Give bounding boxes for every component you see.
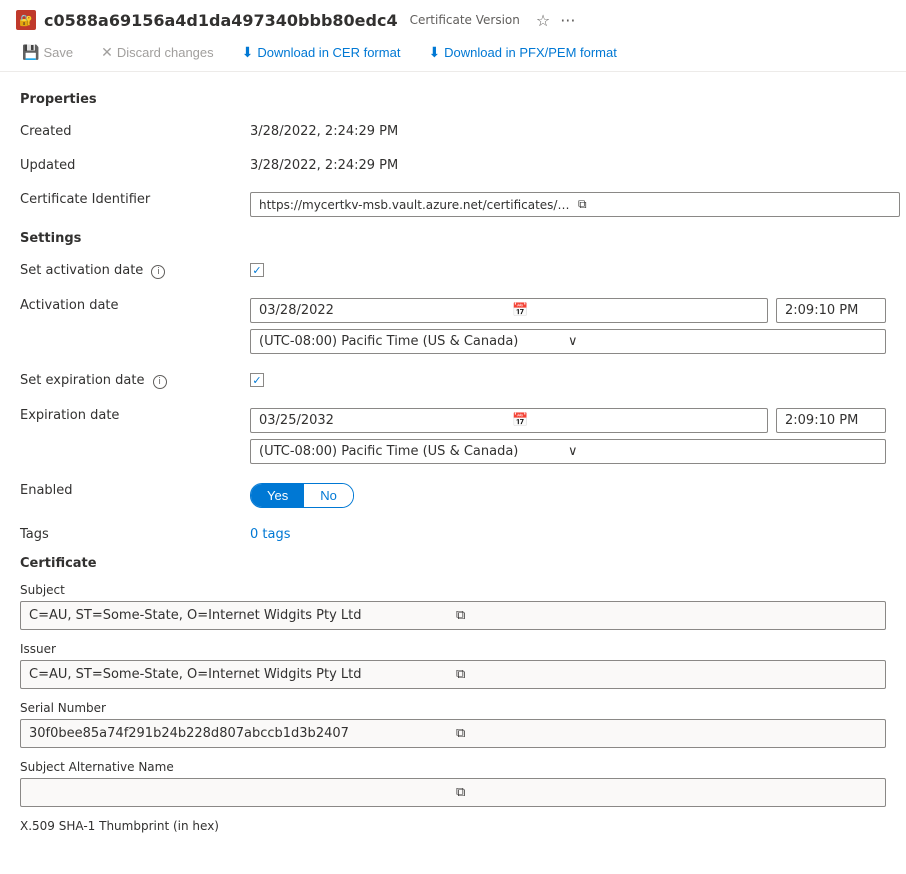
- created-value: 3/28/2022, 2:24:29 PM: [250, 119, 886, 139]
- toolbar: 💾 Save ✕ Discard changes ⬇ Download in C…: [0, 34, 906, 72]
- title-actions: ☆ ···: [536, 11, 576, 30]
- properties-section-title: Properties: [20, 92, 886, 107]
- activation-date-input[interactable]: 03/28/2022 📅: [250, 298, 768, 323]
- expiration-timezone-dropdown[interactable]: (UTC-08:00) Pacific Time (US & Canada) ∨: [250, 439, 886, 464]
- serial-label: Serial Number: [20, 701, 886, 715]
- enabled-row: Enabled Yes No: [20, 478, 886, 508]
- created-label: Created: [20, 119, 250, 139]
- title-bar: c0588a69156a4d1da497340bbb80edc4 Certifi…: [0, 0, 906, 34]
- copy-san-icon[interactable]: ⧉: [456, 785, 877, 800]
- subject-field: C=AU, ST=Some-State, O=Internet Widgits …: [20, 601, 886, 630]
- download-cer-icon: ⬇: [242, 44, 254, 61]
- expiration-date-row: Expiration date 03/25/2032 📅 2:09:10 PM …: [20, 403, 886, 464]
- issuer-field: C=AU, ST=Some-State, O=Internet Widgits …: [20, 660, 886, 689]
- activation-timezone-dropdown[interactable]: (UTC-08:00) Pacific Time (US & Canada) ∨: [250, 329, 886, 354]
- activation-date-label: Activation date: [20, 293, 250, 313]
- activation-time-input[interactable]: 2:09:10 PM: [776, 298, 886, 323]
- activation-checkbox-box[interactable]: [250, 263, 264, 277]
- subject-label: Subject: [20, 583, 886, 597]
- save-icon: 💾: [22, 44, 39, 61]
- activation-timezone-chevron: ∨: [568, 334, 877, 349]
- set-expiration-row: Set expiration date i: [20, 368, 886, 389]
- san-group: Subject Alternative Name ⧉: [20, 760, 886, 807]
- set-activation-checkbox-field: [250, 258, 886, 277]
- page-title: c0588a69156a4d1da497340bbb80edc4: [44, 11, 398, 30]
- set-expiration-checkbox[interactable]: [250, 373, 886, 387]
- expiration-calendar-icon: 📅: [512, 413, 759, 428]
- thumbprint-label: X.509 SHA-1 Thumbprint (in hex): [20, 819, 886, 833]
- set-activation-checkbox[interactable]: [250, 263, 886, 277]
- copy-issuer-icon[interactable]: ⧉: [456, 667, 877, 682]
- updated-label: Updated: [20, 153, 250, 173]
- expiration-checkbox-box[interactable]: [250, 373, 264, 387]
- expiration-date-time-row: 03/25/2032 📅 2:09:10 PM: [250, 408, 886, 433]
- pin-icon[interactable]: ☆: [536, 11, 550, 30]
- subject-group: Subject C=AU, ST=Some-State, O=Internet …: [20, 583, 886, 630]
- certificate-section-title: Certificate: [20, 556, 886, 571]
- issuer-label: Issuer: [20, 642, 886, 656]
- activation-date-time-row: 03/28/2022 📅 2:09:10 PM: [250, 298, 886, 323]
- save-button[interactable]: 💾 Save: [16, 40, 79, 65]
- set-activation-row: Set activation date i: [20, 258, 886, 279]
- expiration-date-input[interactable]: 03/25/2032 📅: [250, 408, 768, 433]
- activation-date-group: 03/28/2022 📅 2:09:10 PM (UTC-08:00) Paci…: [250, 293, 886, 354]
- discard-icon: ✕: [101, 44, 113, 61]
- more-icon[interactable]: ···: [560, 11, 575, 30]
- expiration-date-label: Expiration date: [20, 403, 250, 423]
- updated-row: Updated 3/28/2022, 2:24:29 PM: [20, 153, 886, 173]
- page-subtitle: Certificate Version: [410, 13, 520, 27]
- settings-section-title: Settings: [20, 231, 886, 246]
- set-expiration-info-icon[interactable]: i: [153, 375, 167, 389]
- enabled-toggle: Yes No: [250, 478, 886, 508]
- set-expiration-checkbox-field: [250, 368, 886, 387]
- expiration-date-group: 03/25/2032 📅 2:09:10 PM (UTC-08:00) Paci…: [250, 403, 886, 464]
- thumbprint-group: X.509 SHA-1 Thumbprint (in hex): [20, 819, 886, 833]
- issuer-group: Issuer C=AU, ST=Some-State, O=Internet W…: [20, 642, 886, 689]
- tags-label: Tags: [20, 522, 250, 542]
- expiration-timezone-chevron: ∨: [568, 444, 877, 459]
- set-activation-label: Set activation date i: [20, 258, 250, 279]
- set-expiration-label: Set expiration date i: [20, 368, 250, 389]
- updated-value: 3/28/2022, 2:24:29 PM: [250, 153, 886, 173]
- download-cer-button[interactable]: ⬇ Download in CER format: [236, 40, 407, 65]
- cert-id-field: https://mycertkv-msb.vault.azure.net/cer…: [250, 187, 900, 217]
- cert-id-row: Certificate Identifier https://mycertkv-…: [20, 187, 886, 217]
- main-content: Properties Created 3/28/2022, 2:24:29 PM…: [0, 72, 906, 861]
- enabled-no-button[interactable]: No: [304, 484, 353, 507]
- expiration-time-input[interactable]: 2:09:10 PM: [776, 408, 886, 433]
- serial-group: Serial Number 30f0bee85a74f291b24b228d80…: [20, 701, 886, 748]
- copy-serial-icon[interactable]: ⧉: [456, 726, 877, 741]
- download-pfx-icon: ⬇: [428, 44, 440, 61]
- san-field: ⧉: [20, 778, 886, 807]
- tags-row: Tags 0 tags: [20, 522, 886, 542]
- copy-subject-icon[interactable]: ⧉: [456, 608, 877, 623]
- cert-id-label: Certificate Identifier: [20, 187, 250, 207]
- copy-cert-id-icon[interactable]: ⧉: [578, 197, 891, 212]
- created-row: Created 3/28/2022, 2:24:29 PM: [20, 119, 886, 139]
- discard-button[interactable]: ✕ Discard changes: [95, 40, 220, 65]
- enabled-yes-button[interactable]: Yes: [251, 484, 304, 507]
- tags-value: 0 tags: [250, 522, 886, 542]
- enabled-toggle-group[interactable]: Yes No: [250, 483, 354, 508]
- set-activation-info-icon[interactable]: i: [151, 265, 165, 279]
- activation-calendar-icon: 📅: [512, 303, 759, 318]
- enabled-label: Enabled: [20, 478, 250, 498]
- serial-field: 30f0bee85a74f291b24b228d807abccb1d3b2407…: [20, 719, 886, 748]
- san-label: Subject Alternative Name: [20, 760, 886, 774]
- download-pfx-button[interactable]: ⬇ Download in PFX/PEM format: [422, 40, 622, 65]
- activation-date-row: Activation date 03/28/2022 📅 2:09:10 PM …: [20, 293, 886, 354]
- certificate-icon: [16, 10, 36, 30]
- cert-id-url-field: https://mycertkv-msb.vault.azure.net/cer…: [250, 192, 900, 217]
- tags-link[interactable]: 0 tags: [250, 527, 291, 542]
